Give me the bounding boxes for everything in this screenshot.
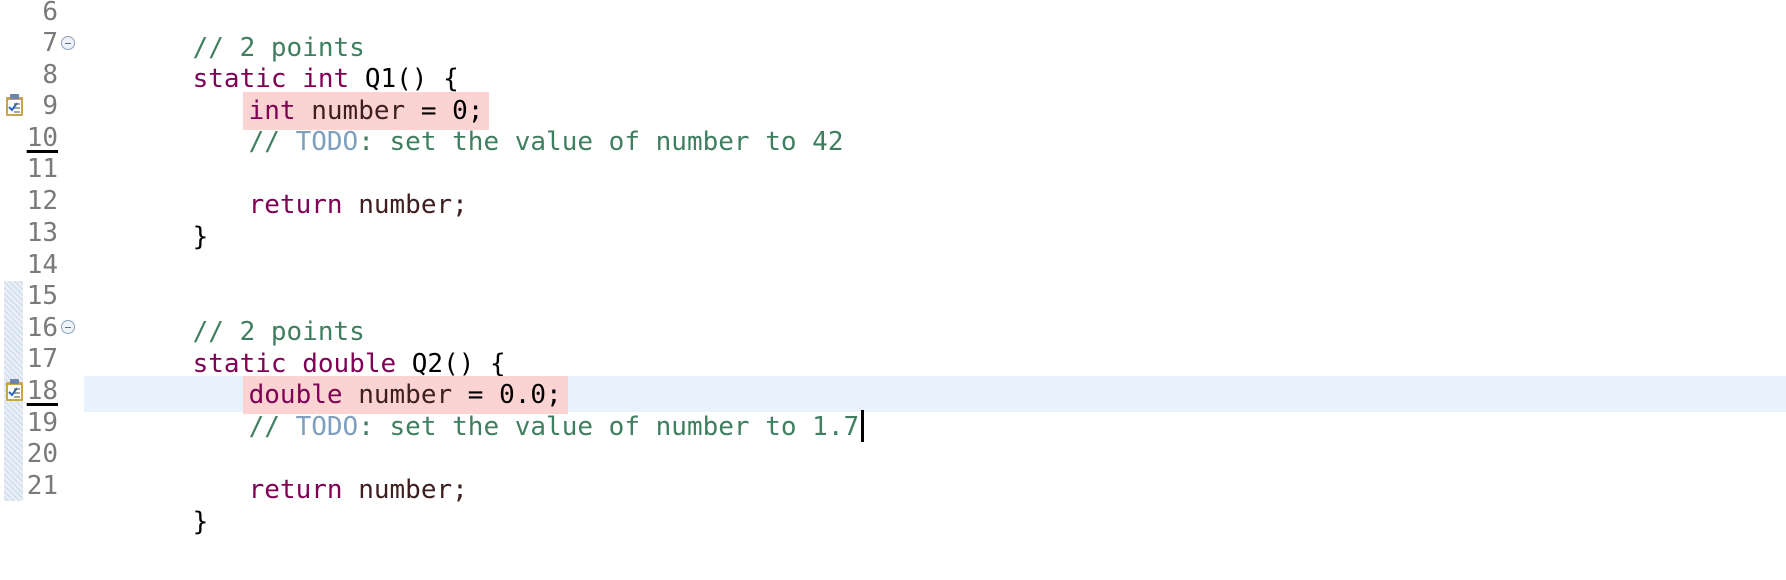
- variable: number;: [358, 190, 468, 220]
- text-cursor: [861, 409, 865, 442]
- keyword: return: [248, 190, 343, 220]
- code-line[interactable]: }: [130, 468, 209, 576]
- keyword: return: [248, 475, 343, 505]
- line-number: 12: [26, 186, 58, 216]
- code-editor[interactable]: 6 7 8 9 10 11 12 13 14 15 16 17 18 19 20…: [0, 0, 1786, 580]
- code-line[interactable]: return number;: [186, 151, 468, 259]
- line-number: 15: [26, 281, 58, 311]
- code-line[interactable]: }: [130, 183, 209, 291]
- line-number: 21: [26, 471, 58, 501]
- task-marker-icon[interactable]: [4, 93, 26, 117]
- task-marker-icon[interactable]: [4, 378, 26, 402]
- line-number: 7: [42, 28, 58, 58]
- line-number: 17: [26, 344, 58, 374]
- line-number: 20: [26, 439, 58, 469]
- fold-collapse-icon[interactable]: [61, 320, 75, 334]
- code-line[interactable]: return number;: [186, 436, 468, 544]
- fold-collapse-icon[interactable]: [61, 36, 75, 50]
- closing-brace: }: [192, 507, 209, 537]
- line-number: 11: [26, 154, 58, 184]
- variable: number;: [358, 475, 468, 505]
- line-number: 13: [26, 218, 58, 248]
- closing-brace: }: [192, 222, 209, 252]
